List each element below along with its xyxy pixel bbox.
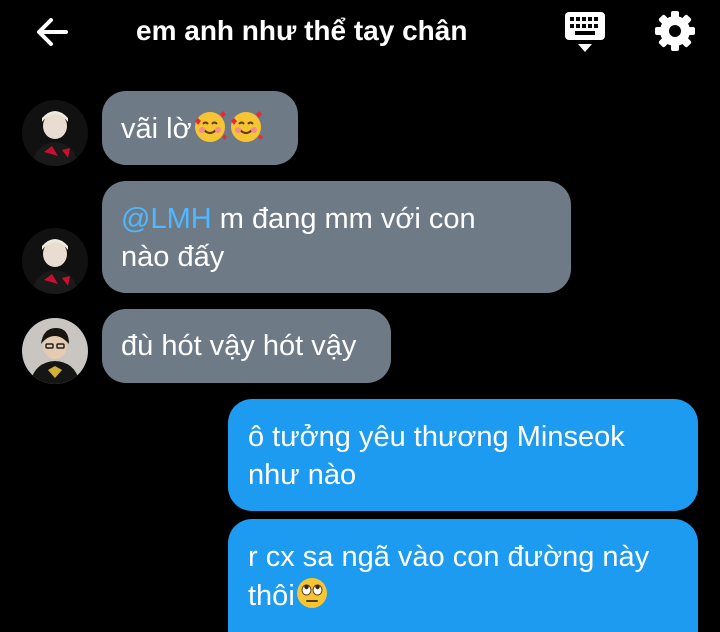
avatar[interactable] <box>22 100 88 166</box>
message-text: m đang mm với con <box>211 203 476 235</box>
message-text: ô tưởng yêu thương Minseok <box>248 421 625 453</box>
message-bubble-outgoing[interactable]: ô tưởng yêu thương Minseok như nào <box>228 399 698 511</box>
gear-icon <box>655 11 695 51</box>
chat-header: em anh như thể tay chân <box>0 0 720 64</box>
message-text: đù hót vậy hót vậy <box>121 330 357 362</box>
chat-title: em anh như thể tay chân <box>136 15 468 46</box>
smiling-face-with-hearts-icon <box>192 109 228 153</box>
message-line: thôi <box>248 576 698 620</box>
arrow-left-icon <box>37 18 68 46</box>
message-bubble-incoming[interactable]: vãi lờ <box>102 91 298 165</box>
message-text: thôi <box>248 580 295 612</box>
message-bubble-incoming[interactable]: @LMH m đang mm với con nào đấy <box>102 181 571 293</box>
settings-button[interactable] <box>652 8 698 54</box>
avatar-image <box>22 100 88 166</box>
avatar-image <box>22 228 88 294</box>
keyboard-icon <box>565 12 605 52</box>
message-bubble-incoming[interactable]: đù hót vậy hót vậy <box>102 309 391 383</box>
keyboard-button[interactable] <box>562 10 608 54</box>
back-button[interactable] <box>32 12 72 52</box>
message-text: như nào <box>248 459 357 491</box>
avatar[interactable] <box>22 318 88 384</box>
message-text: vãi lờ <box>121 113 192 145</box>
message-line: @LMH m đang mm với con <box>121 200 571 238</box>
avatar[interactable] <box>22 228 88 294</box>
avatar-image <box>22 318 88 384</box>
mention-link[interactable]: @LMH <box>121 203 212 235</box>
message-text: nào đấy <box>121 241 225 273</box>
face-with-rolling-eyes-icon <box>295 576 329 620</box>
message-bubble-outgoing[interactable]: r cx sa ngã vào con đường này thôi <box>228 519 698 632</box>
smiling-face-with-hearts-icon <box>228 109 264 153</box>
message-text: r cx sa ngã vào con đường này <box>248 541 650 573</box>
